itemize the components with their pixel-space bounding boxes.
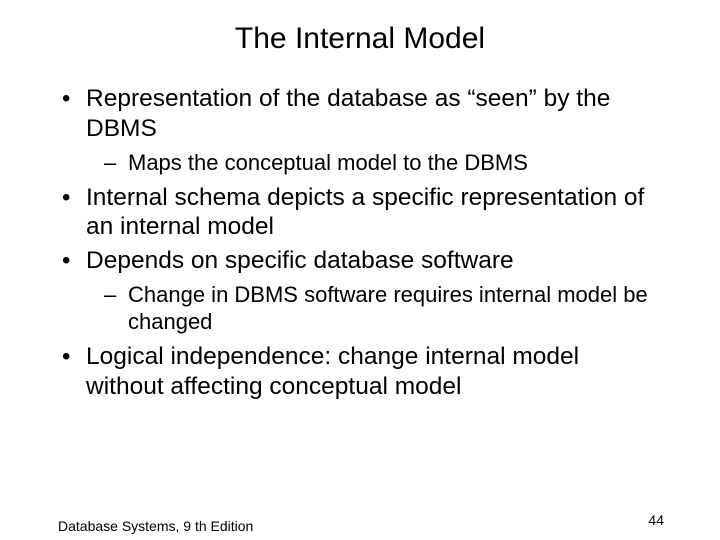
bullet-text: Depends on specific database software	[86, 247, 514, 274]
sub-bullet-item: Change in DBMS software requires interna…	[104, 282, 662, 336]
sub-bullet-text: Maps the conceptual model to the DBMS	[128, 150, 528, 175]
bullet-text: Internal schema depicts a specific repre…	[86, 184, 644, 241]
bullet-list: Representation of the database as “seen”…	[58, 84, 662, 402]
slide-body: Representation of the database as “seen”…	[0, 84, 720, 402]
bullet-text: Representation of the database as “seen”…	[86, 85, 610, 142]
sub-bullet-text: Change in DBMS software requires interna…	[128, 282, 648, 334]
sub-bullet-item: Maps the conceptual model to the DBMS	[104, 150, 662, 177]
bullet-item: Depends on specific database software Ch…	[58, 246, 662, 336]
bullet-item: Internal schema depicts a specific repre…	[58, 183, 662, 243]
slide-title: The Internal Model	[0, 22, 720, 56]
sub-bullet-list: Change in DBMS software requires interna…	[86, 282, 662, 336]
bullet-item: Representation of the database as “seen”…	[58, 84, 662, 177]
bullet-text: Logical independence: change internal mo…	[86, 343, 579, 400]
sub-bullet-list: Maps the conceptual model to the DBMS	[86, 150, 662, 177]
page-number: 44	[648, 512, 664, 528]
footer-source: Database Systems, 9 th Edition	[58, 518, 253, 534]
slide: The Internal Model Representation of the…	[0, 22, 720, 540]
bullet-item: Logical independence: change internal mo…	[58, 342, 662, 402]
